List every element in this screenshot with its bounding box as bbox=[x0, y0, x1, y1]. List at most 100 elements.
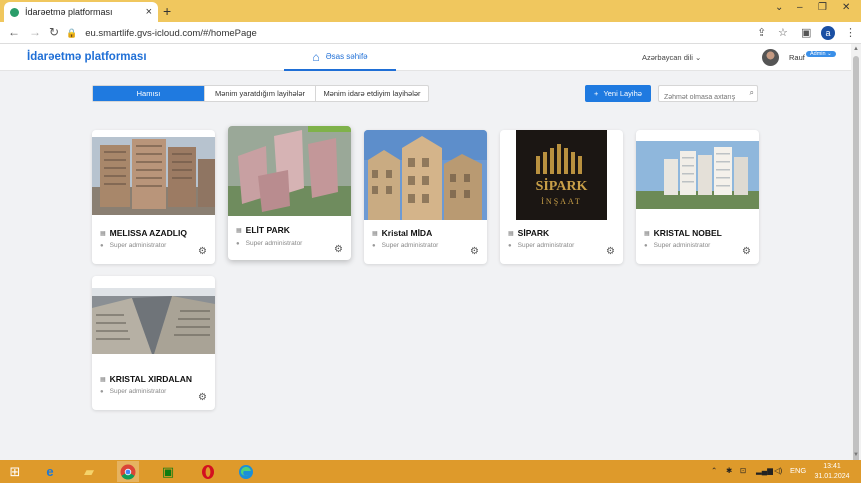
windows-taskbar: ⊞ e ▰ ▣ ⌃ ✱ ⊡ ▂▄▆ ◁) ENG 13:41 31.01.202… bbox=[0, 460, 861, 483]
project-name: SİPARK bbox=[517, 228, 550, 238]
project-name: Kristal MİDA bbox=[381, 228, 433, 238]
reload-button[interactable]: ↻ bbox=[49, 25, 59, 39]
new-project-button[interactable]: + Yeni Layihə bbox=[585, 85, 651, 102]
language-indicator[interactable]: ENG bbox=[790, 466, 806, 475]
project-role: ● Super administrator bbox=[508, 242, 574, 249]
url-text: eu.smartlife.gvs-icloud.com/#/homePage bbox=[85, 27, 257, 39]
person-icon: ● bbox=[644, 242, 648, 249]
filter-tab-created[interactable]: Mənim yaratdığım layihələr bbox=[205, 86, 316, 101]
building-icon: ▦ bbox=[236, 227, 242, 234]
person-icon: ● bbox=[100, 388, 104, 395]
close-tab-icon[interactable]: × bbox=[146, 6, 152, 18]
filter-tab-managed[interactable]: Mənim idarə etdiyim layihələr bbox=[316, 86, 428, 101]
store-icon[interactable]: ▣ bbox=[157, 461, 179, 482]
minimize-button[interactable]: – bbox=[797, 2, 803, 13]
brand-title[interactable]: İdarəetmə platforması bbox=[27, 51, 147, 63]
logo-text-sipark: SİPARK bbox=[536, 177, 588, 194]
language-selector[interactable]: Azərbaycan dili ⌄ bbox=[642, 53, 701, 62]
project-name: MELISSA AZADLIQ bbox=[109, 228, 187, 238]
search-input[interactable] bbox=[659, 90, 743, 105]
opera-icon[interactable] bbox=[197, 461, 219, 482]
project-card[interactable]: SİPARK İNŞAAT ▦ SİPARK ● Super administrat… bbox=[500, 130, 623, 264]
building-icon: ▦ bbox=[372, 230, 378, 237]
project-image bbox=[364, 130, 487, 220]
user-badge[interactable]: Admin ⌄ bbox=[806, 51, 836, 57]
nav-home[interactable]: ⌂ Əsas səhifə bbox=[284, 44, 396, 71]
signal-icon[interactable]: ▂▄▆ bbox=[756, 466, 773, 475]
scroll-up-icon[interactable]: ▲ bbox=[853, 46, 859, 52]
nav-home-label: Əsas səhifə bbox=[325, 52, 368, 61]
project-title: ▦ Kristal MİDA bbox=[372, 228, 432, 238]
back-button[interactable]: ← bbox=[8, 25, 20, 39]
page-scrollbar[interactable]: ▲ ▼ bbox=[851, 44, 861, 466]
project-card[interactable]: ▦ KRISTAL NOBEL ● Super administrator ⚙ bbox=[636, 130, 759, 264]
gear-icon[interactable]: ⚙ bbox=[470, 246, 479, 257]
project-image bbox=[92, 137, 215, 215]
browser-tab-title: İdarəetmə platforması bbox=[25, 7, 113, 17]
network-icon[interactable]: ⊡ bbox=[740, 466, 746, 475]
project-role-label: Super administrator bbox=[245, 240, 303, 247]
new-tab-button[interactable]: + bbox=[163, 3, 171, 19]
building-icon: ▦ bbox=[100, 376, 106, 383]
gear-icon[interactable]: ⚙ bbox=[198, 246, 207, 257]
project-image bbox=[636, 141, 759, 209]
person-icon: ● bbox=[508, 242, 512, 249]
browser-tab[interactable]: İdarəetmə platforması × bbox=[4, 2, 158, 22]
tray-chevron-icon[interactable]: ⌃ bbox=[711, 466, 717, 475]
address-bar-row: ← → ↻ 🔒 eu.smartlife.gvs-icloud.com/#/ho… bbox=[0, 22, 861, 44]
chevron-down-icon[interactable]: ⌄ bbox=[775, 2, 783, 13]
bookmark-star-icon[interactable]: ☆ bbox=[778, 26, 788, 39]
project-title: ▦ KRISTAL NOBEL bbox=[644, 228, 722, 238]
project-title: ▦ SİPARK bbox=[508, 228, 549, 238]
project-role-label: Super administrator bbox=[381, 242, 439, 249]
forward-button[interactable]: → bbox=[29, 25, 41, 39]
filter-tab-all[interactable]: Hamısı bbox=[93, 86, 205, 101]
project-card[interactable]: ▦ MELISSA AZADLIQ ● Super administrator ⚙ bbox=[92, 130, 215, 264]
bluetooth-icon[interactable]: ✱ bbox=[726, 466, 732, 475]
side-panel-icon[interactable]: ▣ bbox=[801, 26, 811, 39]
share-icon[interactable]: ⇪ bbox=[757, 26, 766, 39]
project-filter-tabs: Hamısı Mənim yaratdığım layihələr Mənim … bbox=[92, 85, 429, 102]
project-image bbox=[92, 288, 215, 354]
gear-icon[interactable]: ⚙ bbox=[742, 246, 751, 257]
profile-avatar[interactable]: a bbox=[821, 26, 835, 40]
project-name: ELİT PARK bbox=[245, 225, 290, 235]
project-title: ▦ MELISSA AZADLIQ bbox=[100, 228, 187, 238]
scroll-down-icon[interactable]: ▼ bbox=[853, 452, 859, 458]
chrome-icon[interactable] bbox=[117, 461, 139, 482]
project-search: ⌕ bbox=[658, 85, 758, 105]
project-card[interactable]: ▦ Kristal MİDA ● Super administrator ⚙ bbox=[364, 130, 487, 264]
system-clock[interactable]: 13:41 31.01.2024 bbox=[812, 462, 852, 482]
url-field[interactable]: 🔒 eu.smartlife.gvs-icloud.com/#/homePage bbox=[66, 25, 746, 41]
gear-icon[interactable]: ⚙ bbox=[334, 244, 343, 255]
volume-icon[interactable]: ◁) bbox=[774, 466, 782, 475]
internet-explorer-icon[interactable]: e bbox=[39, 461, 61, 482]
clock-time: 13:41 bbox=[823, 463, 841, 470]
browser-menu-icon[interactable]: ⋮ bbox=[845, 26, 856, 39]
project-card[interactable]: ▦ ELİT PARK ● Super administrator ⚙ bbox=[228, 126, 351, 260]
project-name: KRISTAL XIRDALAN bbox=[109, 374, 192, 384]
building-icon: ▦ bbox=[644, 230, 650, 237]
search-icon[interactable]: ⌕ bbox=[750, 88, 754, 98]
gear-icon[interactable]: ⚙ bbox=[606, 246, 615, 257]
new-project-label: Yeni Layihə bbox=[603, 89, 642, 98]
project-image bbox=[228, 126, 351, 216]
building-icon: ▦ bbox=[100, 230, 106, 237]
windows-start-icon[interactable]: ⊞ bbox=[4, 461, 26, 482]
close-window-button[interactable]: ✕ bbox=[842, 2, 850, 13]
scrollbar-thumb[interactable] bbox=[853, 56, 859, 466]
user-avatar[interactable] bbox=[762, 49, 779, 66]
home-icon: ⌂ bbox=[312, 49, 320, 64]
maximize-button[interactable]: ❐ bbox=[818, 2, 827, 13]
project-role: ● Super administrator bbox=[644, 242, 710, 249]
edge-icon[interactable] bbox=[235, 461, 257, 482]
browser-tab-strip: İdarəetmə platforması × + ⌄ – ❐ ✕ bbox=[0, 0, 861, 22]
project-title: ▦ KRISTAL XIRDALAN bbox=[100, 374, 192, 384]
project-role-label: Super administrator bbox=[109, 388, 167, 395]
user-name[interactable]: Rauf bbox=[789, 53, 805, 62]
project-name: KRISTAL NOBEL bbox=[653, 228, 722, 238]
gear-icon[interactable]: ⚙ bbox=[198, 392, 207, 403]
project-role: ● Super administrator bbox=[236, 240, 302, 247]
project-card[interactable]: ▦ KRISTAL XIRDALAN ● Super administrator ⚙ bbox=[92, 276, 215, 410]
file-explorer-icon[interactable]: ▰ bbox=[78, 461, 100, 482]
